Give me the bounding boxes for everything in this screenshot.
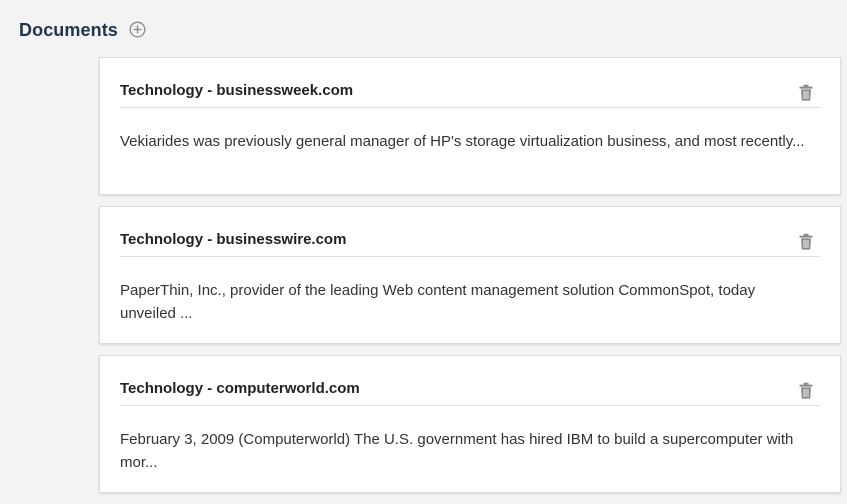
document-title[interactable]: Technology - businessweek.com: [120, 82, 353, 99]
document-card[interactable]: Technology - computerworld.com February …: [99, 355, 841, 493]
document-card-header: Technology - computerworld.com: [120, 378, 820, 406]
document-list: Technology - businessweek.com Vekiarides…: [99, 57, 841, 504]
trash-icon: [799, 233, 813, 250]
document-card[interactable]: Technology - businessweek.com Vekiarides…: [99, 57, 841, 195]
delete-document-button[interactable]: [798, 233, 814, 251]
document-snippet: PaperThin, Inc., provider of the leading…: [120, 282, 756, 322]
delete-document-button[interactable]: [798, 382, 814, 400]
trash-icon: [799, 382, 813, 399]
trash-icon: [799, 84, 813, 101]
documents-header: Documents: [19, 20, 146, 41]
document-snippet: Vekiarides was previously general manage…: [120, 133, 805, 150]
document-title[interactable]: Technology - computerworld.com: [120, 380, 360, 397]
document-card-header: Technology - businesswire.com: [120, 229, 820, 257]
add-document-icon[interactable]: [129, 21, 146, 38]
document-card-header: Technology - businessweek.com: [120, 80, 820, 108]
document-card[interactable]: Technology - businesswire.com PaperThin,…: [99, 206, 841, 344]
document-title[interactable]: Technology - businesswire.com: [120, 231, 346, 248]
plus-circle-icon: [129, 21, 146, 38]
section-title: Documents: [19, 20, 118, 40]
document-snippet: February 3, 2009 (Computerworld) The U.S…: [120, 431, 794, 471]
delete-document-button[interactable]: [798, 84, 814, 102]
